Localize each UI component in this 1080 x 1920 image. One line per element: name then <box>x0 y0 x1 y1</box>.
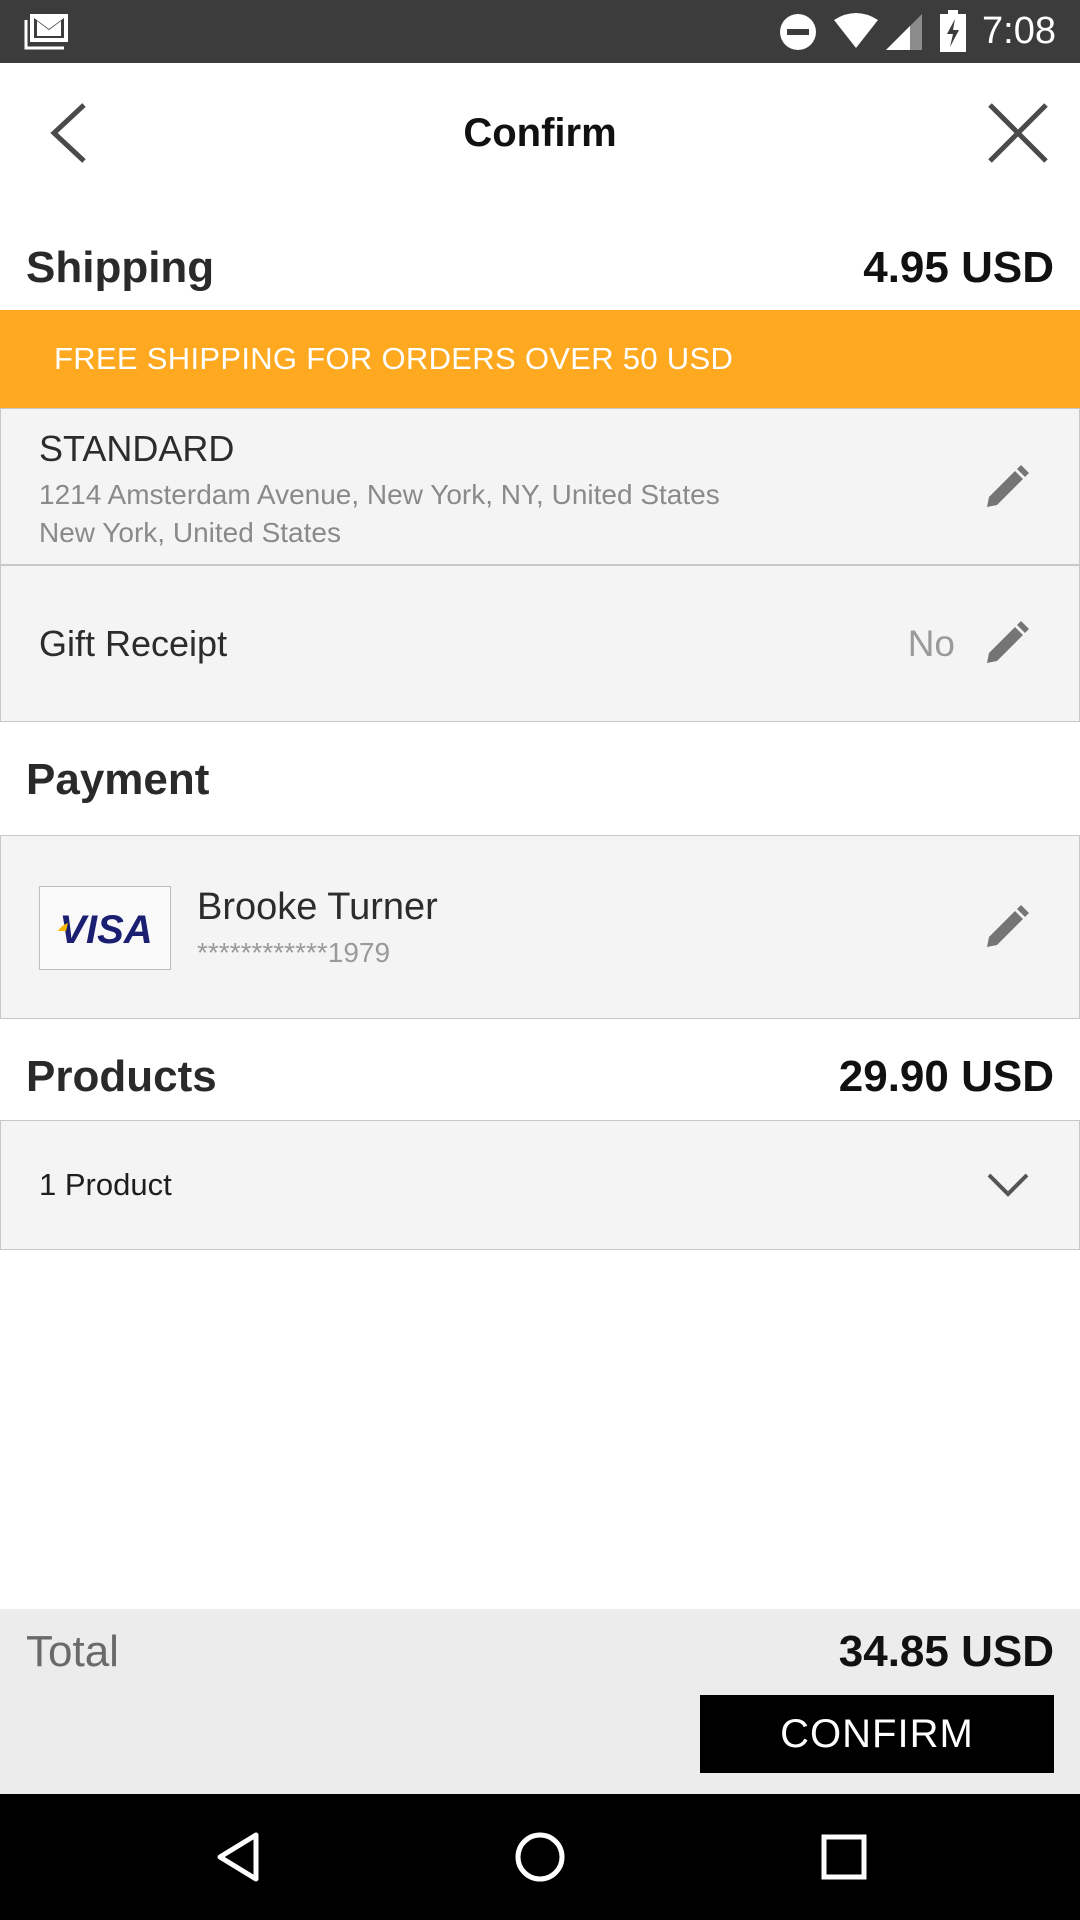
pencil-icon[interactable] <box>983 621 1029 667</box>
home-circle-icon[interactable] <box>512 1829 568 1885</box>
products-dropdown[interactable]: 1 Product <box>0 1120 1080 1250</box>
pencil-icon[interactable] <box>983 905 1029 951</box>
recents-square-icon[interactable] <box>816 1829 872 1885</box>
payment-card-row[interactable]: VISA Brooke Turner ************1979 <box>0 835 1080 1019</box>
shipping-method: STANDARD <box>39 428 235 469</box>
gift-receipt-row[interactable]: Gift Receipt No <box>0 565 1080 722</box>
products-section-header: Products 29.90 USD <box>0 1047 1080 1107</box>
total-amount: 34.85 USD <box>838 1627 1054 1676</box>
gift-receipt-label: Gift Receipt <box>39 623 228 664</box>
card-holder-name: Brooke Turner <box>197 886 438 928</box>
shipping-address-line2: New York, United States <box>39 517 341 548</box>
system-nav-bar <box>0 1794 1080 1920</box>
page-title: Confirm <box>463 111 617 155</box>
cell-signal-icon <box>886 14 922 50</box>
visa-wordmark: VISA <box>59 908 152 952</box>
back-triangle-icon[interactable] <box>210 1829 266 1885</box>
wifi-icon <box>834 13 878 48</box>
payment-label: Payment <box>26 755 210 804</box>
shipping-label: Shipping <box>26 243 215 292</box>
free-shipping-banner: FREE SHIPPING FOR ORDERS OVER 50 USD <box>0 310 1080 408</box>
app-header: Confirm <box>0 63 1080 203</box>
status-bar: 7:08 <box>0 0 1080 63</box>
product-count: 1 Product <box>39 1167 172 1202</box>
products-amount: 29.90 USD <box>838 1052 1054 1101</box>
close-icon[interactable] <box>986 101 1050 165</box>
battery-charging-icon <box>940 10 966 52</box>
total-label: Total <box>26 1627 119 1676</box>
confirm-button[interactable]: CONFIRM <box>700 1695 1054 1773</box>
gift-receipt-value: No <box>907 623 955 664</box>
products-label: Products <box>26 1052 217 1101</box>
visa-logo: VISA <box>39 886 171 970</box>
shipping-address-card[interactable]: STANDARD 1214 Amsterdam Avenue, New York… <box>0 408 1080 565</box>
shipping-amount: 4.95 USD <box>863 243 1054 292</box>
chevron-down-icon[interactable] <box>985 1165 1031 1205</box>
gmail-icon <box>24 14 68 50</box>
do-not-disturb-icon <box>780 14 816 50</box>
card-number-masked: ************1979 <box>197 937 391 968</box>
shipping-address-line1: 1214 Amsterdam Avenue, New York, NY, Uni… <box>39 479 720 510</box>
payment-section-header: Payment <box>0 750 1080 810</box>
free-shipping-text: FREE SHIPPING FOR ORDERS OVER 50 USD <box>54 341 734 376</box>
status-time: 7:08 <box>982 10 1056 52</box>
shipping-section-header: Shipping 4.95 USD <box>0 238 1080 298</box>
pencil-icon[interactable] <box>983 465 1029 511</box>
order-footer: Total 34.85 USD CONFIRM <box>0 1609 1080 1794</box>
